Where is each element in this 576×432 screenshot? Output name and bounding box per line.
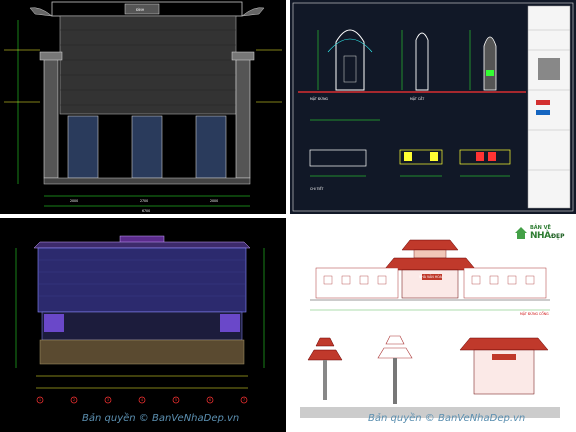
drawing-panel-gate: NHÀ VĂN HÓA MẶT ĐỨNG CỔNG [290,218,576,432]
gate-label: MẶT ĐỨNG CỔNG [520,311,549,316]
pavilion-label: ĐÌNH [136,7,145,12]
axis-6: 6 [209,398,211,402]
label-detail: CHI TIẾT [310,185,323,191]
details-drawing: MẶT ĐỨNG MẶT CẮT CHI TIẾT [292,2,574,212]
axis-4: 4 [141,398,143,402]
elevation-front-drawing: ĐÌNH 2000 2700 2000 6700 [4,1,282,213]
logo-line2: NHÀ [530,231,551,241]
dim-3: 2000 [210,199,218,203]
drawing-panel-elevation-front: ĐÌNH 2000 2700 2000 6700 [0,0,286,214]
site-logo: BẢN VẼ NHÀ ĐẸP [512,222,572,244]
dim-2: 2700 [140,199,148,203]
label-section: MẶT CẮT [410,96,424,101]
logo-line3: ĐẸP [551,233,565,240]
dim-1: 2000 [70,199,78,203]
house-icon [515,227,527,239]
watermark-left: Bản quyền © BanVeNhaDep.vn [82,413,240,424]
axis-2: 2 [73,398,75,402]
gate-drawing: NHÀ VĂN HÓA MẶT ĐỨNG CỔNG [300,239,560,418]
label-elevation: MẶT ĐỨNG [310,96,328,101]
watermark-right: Bản quyền © BanVeNhaDep.vn [368,413,526,424]
axis-1: 1 [39,398,41,402]
elevation-side-drawing: 1 2 3 4 5 6 7 [15,235,265,404]
drawing-panel-elevation-side: 1 2 3 4 5 6 7 [0,218,286,432]
axis-5: 5 [175,398,177,402]
axis-3: 3 [107,398,109,402]
drawing-panel-details: MẶT ĐỨNG MẶT CẮT CHI TIẾT [290,0,576,214]
gate-sign: NHÀ VĂN HÓA [419,274,443,279]
axis-7: 7 [243,398,245,402]
dim-total: 6700 [142,209,150,213]
